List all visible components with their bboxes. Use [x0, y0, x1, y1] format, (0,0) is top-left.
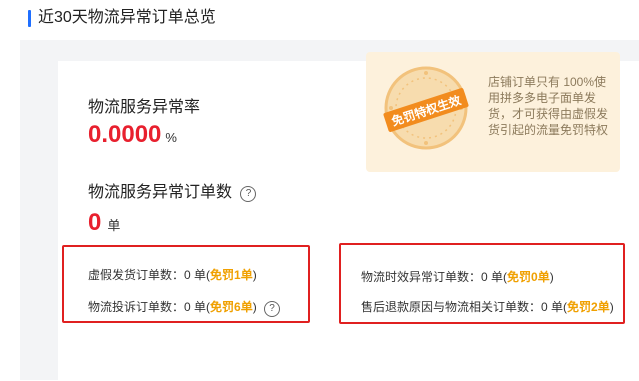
stat-label: 物流投诉订单数：	[88, 300, 185, 314]
count-value: 0	[88, 209, 102, 236]
count-row: 0单	[88, 209, 120, 237]
help-icon[interactable]: ?	[264, 301, 281, 317]
section-title: 近30天物流异常订单总览	[38, 9, 216, 26]
rate-label: 物流服务异常率	[88, 99, 201, 116]
fake-shipping-stat: 虚假发货订单数：0 单(免罚1单)	[88, 268, 257, 282]
refund-reason-stat: 售后退款原因与物流相关订单数：0 单(免罚2单)	[361, 300, 614, 314]
count-unit: 单	[107, 218, 121, 233]
promo-description: 店铺订单只有 100%使用拼多多电子面单发货，才可获得由虚假发货引起的流量免罚特…	[488, 75, 609, 137]
section-header: 近30天物流异常订单总览	[0, 0, 639, 38]
stat-label: 物流时效异常订单数：	[361, 270, 482, 284]
stat-label: 售后退款原因与物流相关订单数：	[361, 300, 542, 314]
complaint-stat: 物流投诉订单数：0 单(免罚6单) ?	[88, 298, 281, 317]
exemption-text: 免罚2单	[567, 300, 610, 314]
stat-value: 0 单	[184, 300, 207, 314]
count-label: 物流服务异常订单数	[88, 184, 233, 201]
exemption-text: 免罚1单	[210, 268, 253, 282]
help-icon[interactable]: ?	[240, 186, 257, 202]
rate-row: 0.0000%	[88, 121, 177, 149]
stat-label: 虚假发货订单数：	[88, 268, 185, 282]
exemption-promo-card: 免罚特权生效 店铺订单只有 100%使用拼多多电子面单发货，才可获得由虚假发货引…	[366, 52, 620, 172]
timeliness-stat: 物流时效异常订单数：0 单(免罚0单)	[361, 270, 554, 284]
exemption-text: 免罚0单	[507, 270, 550, 284]
seal-stamp: 免罚特权生效	[376, 58, 476, 158]
rate-unit: %	[165, 130, 177, 145]
seal-icon: 免罚特权生效	[383, 66, 469, 150]
stat-value: 0 单	[184, 268, 207, 282]
stat-value: 0 单	[541, 300, 564, 314]
section-accent-bar	[28, 10, 31, 27]
rate-value: 0.0000	[88, 121, 162, 148]
count-label-row: 物流服务异常订单数 ?	[88, 178, 257, 202]
stat-value: 0 单	[481, 270, 504, 284]
exemption-text: 免罚6单	[210, 300, 253, 314]
